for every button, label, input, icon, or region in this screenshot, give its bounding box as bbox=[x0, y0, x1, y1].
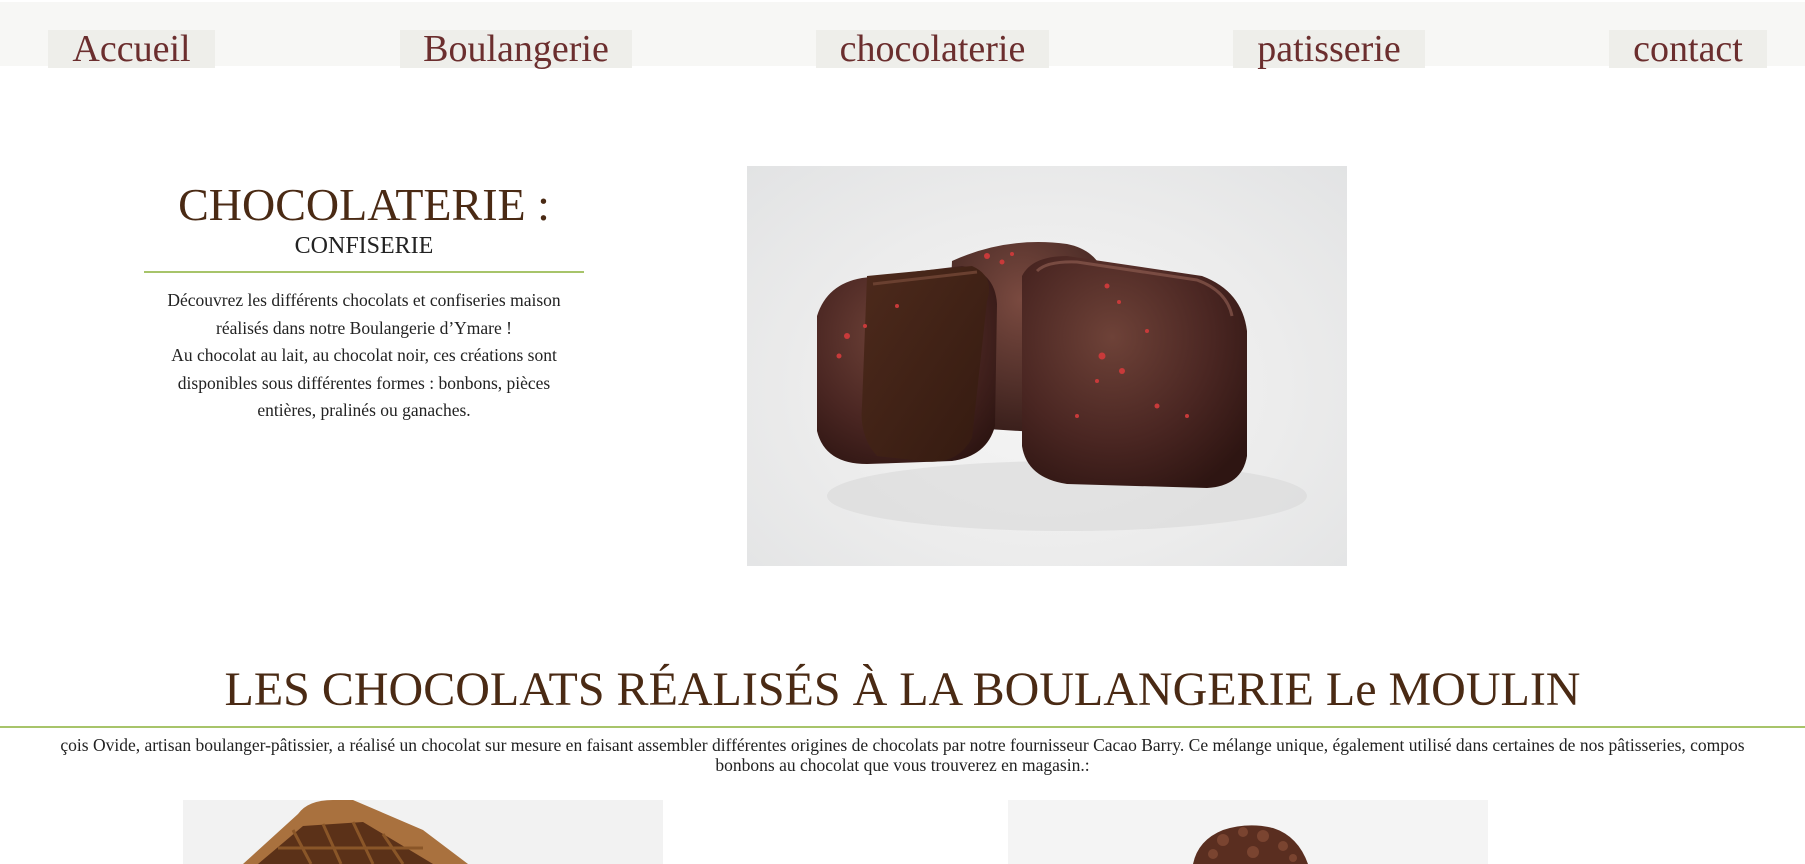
top-navigation: Accueil Boulangerie chocolaterie patisse… bbox=[0, 2, 1805, 68]
rocher-chocolate-photo bbox=[1008, 800, 1488, 864]
section-line: bonbons au chocolat que vous trouverez e… bbox=[715, 755, 1090, 775]
intro-line: entières, pralinés ou ganaches. bbox=[257, 400, 471, 420]
nav-item-boulangerie[interactable]: Boulangerie bbox=[400, 30, 632, 68]
chocolate-bar-photo bbox=[183, 800, 663, 864]
nav-item-accueil[interactable]: Accueil bbox=[48, 30, 215, 68]
page-subtitle: CONFISERIE bbox=[294, 233, 434, 259]
nav-item-chocolaterie[interactable]: chocolaterie bbox=[816, 30, 1049, 68]
chocolate-bonbons-photo bbox=[747, 166, 1347, 566]
chocolate-illustration bbox=[817, 242, 1307, 531]
nav-item-patisserie[interactable]: patisserie bbox=[1233, 30, 1425, 68]
rocher-illustration bbox=[1193, 825, 1308, 864]
section-divider bbox=[0, 726, 1805, 728]
page-title: CHOCOLATERIE : bbox=[178, 179, 550, 230]
chocolate-bar-illustration bbox=[243, 800, 468, 864]
section-paragraph: çois Ovide, artisan boulanger-pâtissier,… bbox=[0, 735, 1805, 775]
intro-line: Au chocolat au lait, au chocolat noir, c… bbox=[171, 345, 557, 365]
section-title: LES CHOCOLATS RÉALISÉS À LA BOULANGERIE … bbox=[224, 663, 1581, 716]
title-divider bbox=[144, 271, 584, 273]
intro-line: réalisés dans notre Boulangerie d’Ymare … bbox=[216, 317, 512, 338]
intro-line: Découvrez les différents chocolats et co… bbox=[167, 290, 561, 310]
section-line: çois Ovide, artisan boulanger-pâtissier,… bbox=[60, 735, 1745, 755]
intro-line: disponibles sous différentes formes : bo… bbox=[177, 372, 551, 393]
intro-paragraph: Découvrez les différents chocolats et co… bbox=[144, 287, 584, 425]
nav-item-contact[interactable]: contact bbox=[1609, 30, 1767, 68]
